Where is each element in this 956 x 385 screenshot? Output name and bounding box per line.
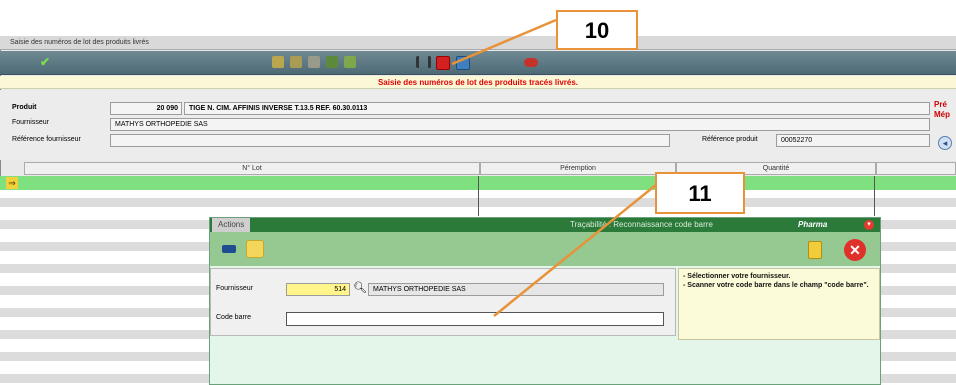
annotation-label-11: 11 xyxy=(655,172,745,214)
annotation-label-10: 10 xyxy=(556,10,638,50)
annotation-line-10 xyxy=(451,18,557,66)
annotation-lines xyxy=(451,18,663,317)
annotation-line-11 xyxy=(493,179,663,317)
